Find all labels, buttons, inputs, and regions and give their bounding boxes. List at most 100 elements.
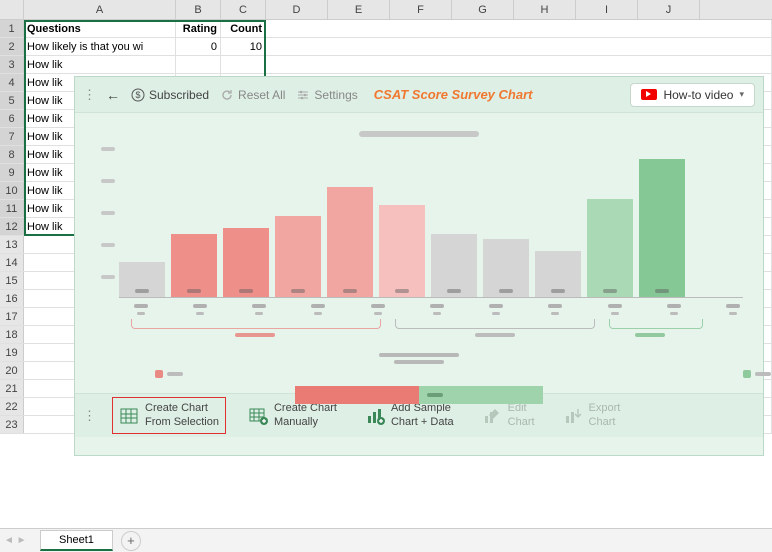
sheet-tab-sheet1[interactable]: Sheet1	[40, 530, 113, 551]
row-header[interactable]: 17	[0, 308, 24, 325]
col-header-f[interactable]: F	[390, 0, 452, 19]
col-header-e[interactable]: E	[328, 0, 390, 19]
chart-bar	[431, 234, 477, 297]
bar-value-dash	[551, 289, 565, 293]
bracket-positive	[609, 319, 703, 329]
row-header[interactable]: 12	[0, 218, 24, 235]
chart-label-row	[95, 304, 743, 308]
row-header[interactable]: 9	[0, 164, 24, 181]
row-header[interactable]: 13	[0, 236, 24, 253]
stacked-bar	[295, 386, 543, 404]
axis-label-dash	[548, 304, 562, 308]
row-header[interactable]: 2	[0, 38, 24, 55]
bar-value-dash	[655, 289, 669, 293]
axis-label-dash	[430, 304, 444, 308]
chart-bars	[95, 147, 743, 297]
col-header-h[interactable]: H	[514, 0, 576, 19]
row-header[interactable]: 4	[0, 74, 24, 91]
stacked-negative	[295, 386, 419, 404]
drag-handle-icon[interactable]: ⋮	[83, 414, 96, 417]
bracket-neutral	[395, 319, 595, 329]
b4-line1: Edit	[508, 402, 535, 415]
row-header[interactable]: 16	[0, 290, 24, 307]
cell[interactable]: 0	[176, 38, 221, 55]
cell[interactable]: Rating	[176, 20, 221, 37]
cell[interactable]: How likely is that you wi	[24, 38, 176, 55]
row-header[interactable]: 14	[0, 254, 24, 271]
dash	[427, 393, 443, 397]
axis-label-dash	[311, 304, 325, 308]
cell[interactable]	[266, 38, 772, 55]
row-header[interactable]: 21	[0, 380, 24, 397]
cell[interactable]: Count	[221, 20, 266, 37]
axis-tick	[101, 275, 115, 279]
chart-sample-icon	[365, 406, 385, 426]
grid-row[interactable]: 2How likely is that you wi010	[0, 38, 772, 56]
cell[interactable]	[266, 56, 772, 73]
sliders-icon	[295, 87, 310, 102]
col-header-b[interactable]: B	[176, 0, 221, 19]
cell[interactable]	[176, 56, 221, 73]
stacked-row-labels	[95, 370, 743, 378]
row-header[interactable]: 8	[0, 146, 24, 163]
axis-tick	[101, 179, 115, 183]
reset-label: Reset All	[238, 88, 285, 102]
bracket-label	[475, 333, 515, 337]
summary-dash	[379, 353, 459, 357]
reset-button[interactable]: Reset All	[219, 87, 285, 102]
cell[interactable]	[221, 56, 266, 73]
settings-button[interactable]: Settings	[295, 87, 357, 102]
howto-video-button[interactable]: How-to video ▾	[630, 83, 755, 107]
axis-label-dash	[314, 312, 322, 315]
subscribed-button[interactable]: $ Subscribed	[130, 87, 209, 102]
axis-label-dash	[137, 312, 145, 315]
row-header[interactable]: 7	[0, 128, 24, 145]
chart-bar	[119, 262, 165, 297]
row-header[interactable]: 1	[0, 20, 24, 37]
axis-label-dash	[492, 312, 500, 315]
col-header-a[interactable]: A	[24, 0, 176, 19]
chart-preview	[75, 113, 763, 393]
axis-label-dash	[667, 304, 681, 308]
axis-tick	[101, 211, 115, 215]
export-chart-icon	[563, 406, 583, 426]
row-header[interactable]: 15	[0, 272, 24, 289]
grid-row[interactable]: 3How lik	[0, 56, 772, 74]
row-header[interactable]: 5	[0, 92, 24, 109]
settings-label: Settings	[314, 88, 357, 102]
cell[interactable]: Questions	[24, 20, 176, 37]
col-header-g[interactable]: G	[452, 0, 514, 19]
chart-bar	[171, 234, 217, 297]
row-header[interactable]: 20	[0, 362, 24, 379]
row-header[interactable]: 18	[0, 326, 24, 343]
cell[interactable]	[266, 20, 772, 37]
youtube-icon	[641, 89, 657, 100]
pane-toolbar: ⋮ ← $ Subscribed Reset All Settings CSAT…	[75, 77, 763, 113]
cell[interactable]: How lik	[24, 56, 176, 73]
cell[interactable]: 10	[221, 38, 266, 55]
row-header[interactable]: 11	[0, 200, 24, 217]
add-sheet-button[interactable]: +	[121, 531, 141, 551]
row-header[interactable]: 10	[0, 182, 24, 199]
axis-label-dash	[134, 304, 148, 308]
drag-handle-icon[interactable]: ⋮	[83, 93, 96, 96]
select-all-corner[interactable]	[0, 0, 24, 19]
col-header-j[interactable]: J	[638, 0, 700, 19]
sheet-tab-bar: ◄ ► Sheet1 +	[0, 528, 772, 552]
reset-icon	[219, 87, 234, 102]
svg-text:$: $	[135, 90, 140, 100]
row-header[interactable]: 6	[0, 110, 24, 127]
col-header-c[interactable]: C	[221, 0, 266, 19]
tab-scroll-arrows[interactable]: ◄ ►	[4, 535, 27, 546]
chart-bar	[327, 187, 373, 297]
row-header[interactable]: 19	[0, 344, 24, 361]
col-header-i[interactable]: I	[576, 0, 638, 19]
back-button[interactable]: ←	[106, 87, 120, 103]
axis-label-dash	[611, 312, 619, 315]
row-header[interactable]: 23	[0, 416, 24, 433]
grid-row[interactable]: 1QuestionsRatingCount	[0, 20, 772, 38]
row-header[interactable]: 22	[0, 398, 24, 415]
create-from-selection-button[interactable]: Create ChartFrom Selection	[112, 397, 226, 433]
row-header[interactable]: 3	[0, 56, 24, 73]
col-header-d[interactable]: D	[266, 0, 328, 19]
